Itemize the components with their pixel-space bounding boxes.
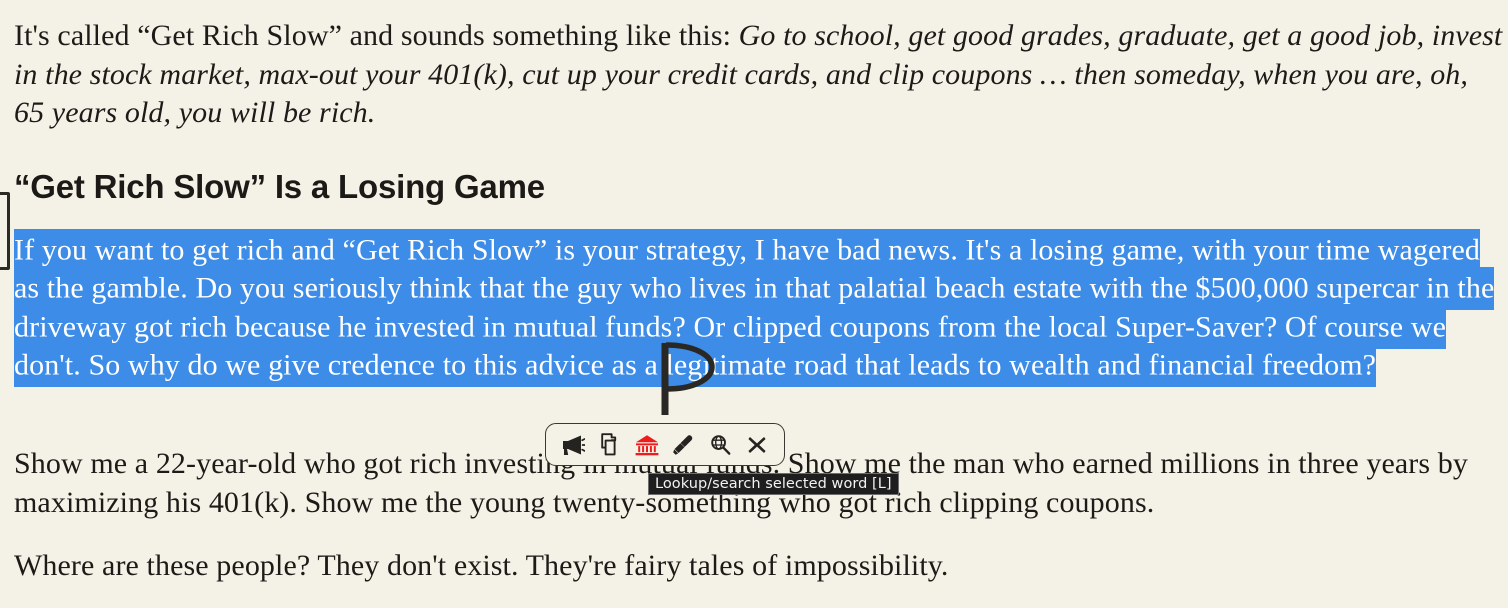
lookup-search-icon: [709, 434, 731, 456]
speak-button[interactable]: [559, 430, 587, 460]
highlighter-button[interactable]: [669, 430, 697, 460]
speak-icon: [561, 434, 585, 456]
close-icon: [747, 435, 767, 455]
selection-highlight[interactable]: If you want to get rich and “Get Rich Sl…: [14, 228, 1495, 387]
intro-lead-text: It's called “Get Rich Slow” and sounds s…: [14, 19, 739, 52]
close-button[interactable]: [743, 430, 771, 460]
paragraph-selected[interactable]: If you want to get rich and “Get Rich Sl…: [0, 228, 1508, 387]
article-reader-view[interactable]: It's called “Get Rich Slow” and sounds s…: [0, 0, 1508, 608]
section-heading: “Get Rich Slow” Is a Losing Game: [14, 168, 545, 205]
lookup-search-button[interactable]: [706, 430, 734, 460]
dictionary-button[interactable]: [633, 430, 661, 460]
highlighter-icon: [672, 434, 694, 456]
copy-button[interactable]: [596, 430, 624, 460]
tooltip-text: Lookup/search selected word [L]: [655, 476, 892, 492]
paragraph-where-are-these-people: Where are these people? They don't exist…: [14, 549, 949, 582]
copy-icon: [599, 433, 621, 456]
tooltip: Lookup/search selected word [L]: [648, 473, 899, 495]
selection-toolbar[interactable]: [545, 423, 785, 466]
paragraph-intro: It's called “Get Rich Slow” and sounds s…: [0, 17, 1508, 133]
dictionary-icon: [635, 434, 659, 456]
